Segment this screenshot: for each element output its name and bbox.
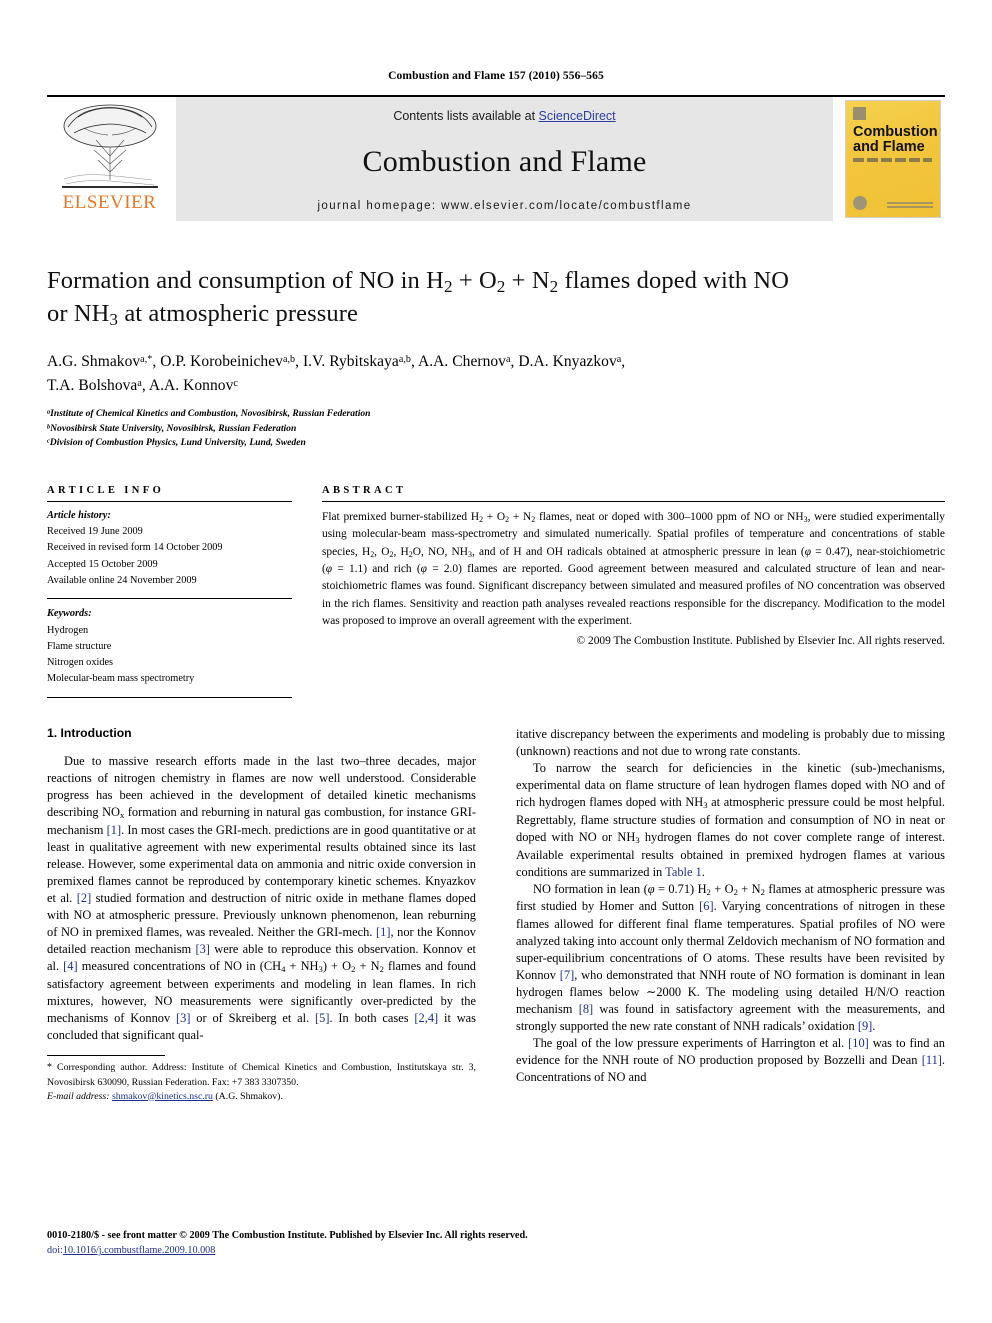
footnote-marker: * <box>47 1062 52 1073</box>
doi-prefix: doi: <box>47 1245 63 1257</box>
email-link[interactable]: shmakov@kinetics.nsc.ru <box>112 1091 213 1102</box>
column-gap <box>292 485 322 698</box>
citation-link[interactable]: [2,4] <box>414 1011 438 1025</box>
paper-title-line1: Formation and consumption of NO in H2 + … <box>47 267 790 296</box>
author-list: A.G. Shmakova,*, O.P. Korobeinicheva,b, … <box>47 350 945 397</box>
journal-cover-thumbnail: Combustion and Flame <box>841 97 945 221</box>
article-info-label: ARTICLE INFO <box>47 484 165 496</box>
abstract-column: ABSTRACT Flat premixed burner-stabilized… <box>322 485 945 698</box>
article-info-column: ARTICLE INFO Article history: Received 1… <box>47 485 292 698</box>
keyword-item: Molecular-beam mass spectrometry <box>47 673 195 685</box>
citation-link[interactable]: [7] <box>560 968 574 982</box>
email-owner: (A.G. Shmakov). <box>215 1090 283 1102</box>
running-head: Combustion and Flame 157 (2010) 556–565 <box>388 70 604 82</box>
paragraph: To narrow the search for deficiencies in… <box>516 760 945 879</box>
citation-link[interactable]: [9] <box>858 1019 872 1033</box>
journal-homepage[interactable]: journal homepage: www.elsevier.com/locat… <box>317 200 691 212</box>
elsevier-tree-icon <box>61 104 158 188</box>
citation-link[interactable]: [4] <box>63 959 77 973</box>
article-history-item: Received 19 June 2009 <box>47 526 143 538</box>
affiliation-b: bNovosibirsk State University, Novosibir… <box>47 422 945 437</box>
abstract-copyright: © 2009 The Combustion Institute. Publish… <box>576 635 945 648</box>
journal-banner-center: Contents lists available at ScienceDirec… <box>176 97 833 221</box>
cover-image: Combustion and Flame <box>845 100 941 218</box>
citation-link[interactable]: [8] <box>579 1002 593 1016</box>
paper-title-line2: or NH3 at atmospheric pressure <box>47 300 358 329</box>
contents-list-line: Contents lists available at ScienceDirec… <box>393 109 615 123</box>
author-line-2: T.A. Bolshovaa, A.A. Konnovc <box>47 376 238 394</box>
contents-prefix: Contents lists available at <box>393 109 539 123</box>
cover-badge-icon <box>853 196 867 210</box>
citation-link[interactable]: [5] <box>315 1011 329 1025</box>
issn-copyright-line: 0010-2180/$ - see front matter © 2009 Th… <box>47 1230 528 1241</box>
keyword-item: Nitrogen oxides <box>47 657 114 669</box>
footnote-block: * Corresponding author. Address: Institu… <box>47 1055 476 1104</box>
affiliation-b-text: Novosibirsk State University, Novosibirs… <box>50 422 297 434</box>
elsevier-wordmark: ELSEVIER <box>62 192 157 213</box>
paragraph: NO formation in lean (φ = 0.71) H2 + O2 … <box>516 881 945 1033</box>
article-info-body: Article history: Received 19 June 2009 R… <box>47 502 292 698</box>
page-footer: 0010-2180/$ - see front matter © 2009 Th… <box>47 1228 945 1259</box>
abstract-text: Flat premixed burner-stabilized H2 + O2 … <box>322 510 946 627</box>
title-block: Formation and consumption of NO in H2 + … <box>47 265 945 451</box>
citation-link[interactable]: [1] <box>107 823 121 837</box>
paper-page: Combustion and Flame 157 (2010) 556–565 <box>0 0 992 1323</box>
article-history-item: Received in revised form 14 October 2009 <box>47 542 223 554</box>
cover-title-line1: Combustion <box>853 124 938 140</box>
affiliation-a: aInstitute of Chemical Kinetics and Comb… <box>47 407 945 422</box>
doi-line: doi:10.1016/j.combustflame.2009.10.008 <box>47 1243 945 1258</box>
journal-banner: ELSEVIER Contents lists available at Sci… <box>47 95 945 221</box>
citation-link[interactable]: [2] <box>77 891 91 905</box>
journal-title: Combustion and Flame <box>362 144 647 178</box>
cover-subtitle-bar <box>853 158 932 162</box>
citation-link[interactable]: [11] <box>922 1053 942 1067</box>
abstract-label: ABSTRACT <box>322 484 407 496</box>
cover-title: Combustion and Flame <box>853 124 938 156</box>
section-heading-introduction: 1. Introduction <box>47 725 132 740</box>
article-history-item: Accepted 15 October 2009 <box>47 558 158 570</box>
table-link[interactable]: Table 1 <box>665 865 702 879</box>
citation-link[interactable]: [3] <box>195 942 209 956</box>
citation-link[interactable]: [6] <box>699 899 713 913</box>
sciencedirect-link[interactable]: ScienceDirect <box>539 109 616 123</box>
doi-link[interactable]: 10.1016/j.combustflame.2009.10.008 <box>63 1245 216 1256</box>
keywords-heading: Keywords: <box>47 608 92 620</box>
cover-title-line2: and Flame <box>853 139 925 156</box>
body-column-gap <box>476 726 516 1104</box>
citation-link[interactable]: [10] <box>848 1036 869 1050</box>
corresponding-author-note: * Corresponding author. Address: Institu… <box>47 1061 476 1104</box>
cover-footer-mark <box>887 200 933 208</box>
affiliation-list: aInstitute of Chemical Kinetics and Comb… <box>47 407 945 451</box>
footnote-rule <box>47 1055 165 1056</box>
email-label: E-mail address: <box>47 1090 110 1102</box>
keyword-item: Flame structure <box>47 640 112 652</box>
paragraph: The goal of the low pressure experiments… <box>516 1035 946 1084</box>
affiliation-c-text: Division of Combustion Physics, Lund Uni… <box>49 437 306 449</box>
citation-link[interactable]: [3] <box>176 1011 190 1025</box>
keywords-group: Keywords: Hydrogen Flame structure Nitro… <box>47 599 292 696</box>
body-column-right: itative discrepancy between the experime… <box>516 726 945 1104</box>
elsevier-logo: ELSEVIER <box>47 97 172 221</box>
paragraph: itative discrepancy between the experime… <box>516 726 945 758</box>
info-abstract-section: ARTICLE INFO Article history: Received 1… <box>47 485 945 698</box>
article-history-item: Available online 24 November 2009 <box>47 575 197 587</box>
body-column-left: 1. Introduction Due to massive research … <box>47 726 476 1104</box>
page-content: Combustion and Flame 157 (2010) 556–565 <box>47 0 945 1104</box>
affiliation-c: cDivision of Combustion Physics, Lund Un… <box>47 436 945 451</box>
keyword-item: Hydrogen <box>47 624 89 636</box>
footnote-text: Corresponding author. Address: Institute… <box>47 1062 476 1088</box>
keywords-bottom-rule <box>47 696 292 698</box>
paragraph: Due to massive research efforts made in … <box>47 753 477 1042</box>
article-history-heading: Article history: <box>47 509 111 521</box>
page-title: Formation and consumption of NO in H2 + … <box>47 265 945 331</box>
cover-elsevier-mark-icon <box>853 107 866 120</box>
citation-link[interactable]: [1] <box>376 925 390 939</box>
article-history-group: Article history: Received 19 June 2009 R… <box>47 508 292 598</box>
body-columns: 1. Introduction Due to massive research … <box>47 726 945 1104</box>
affiliation-a-text: Institute of Chemical Kinetics and Combu… <box>50 408 371 420</box>
author-line-1: A.G. Shmakova,*, O.P. Korobeinicheva,b, … <box>47 353 626 371</box>
